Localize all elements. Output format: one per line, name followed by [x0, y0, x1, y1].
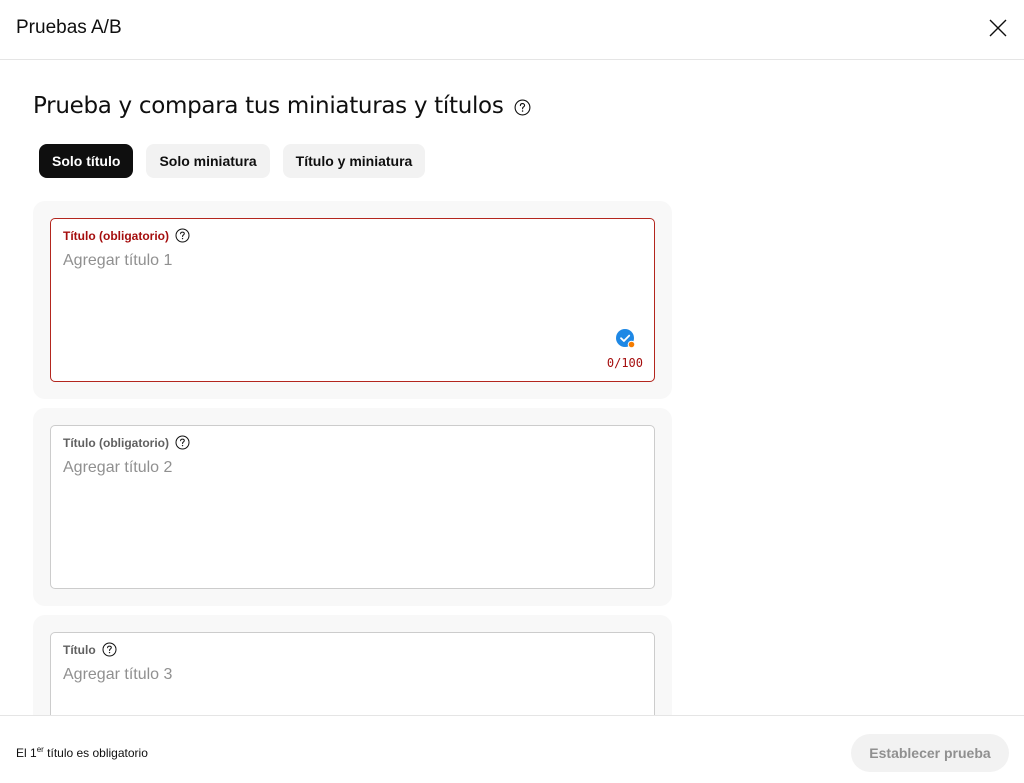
title-field-2[interactable]: Título (obligatorio): [50, 425, 655, 589]
help-icon[interactable]: [175, 435, 190, 450]
field-label-row: Título (obligatorio): [63, 228, 190, 243]
title-card-3: Título: [33, 615, 672, 715]
title-field-3[interactable]: Título: [50, 632, 655, 715]
section-title: Prueba y compara tus miniaturas y título…: [33, 93, 504, 119]
note-prefix: El 1: [16, 746, 37, 760]
help-icon[interactable]: [102, 642, 117, 657]
field-label: Título: [63, 642, 96, 657]
set-test-button[interactable]: Establecer prueba: [851, 734, 1009, 772]
title-field-1[interactable]: Título (obligatorio) 0/10: [50, 218, 655, 382]
dialog-footer: El 1er título es obligatorio Establecer …: [0, 715, 1024, 783]
tab-titulo-y-miniatura[interactable]: Título y miniatura: [282, 144, 426, 178]
help-icon[interactable]: [514, 99, 531, 116]
note-suffix: título es obligatorio: [43, 746, 148, 760]
title-input-3[interactable]: [63, 665, 623, 685]
tab-solo-miniatura[interactable]: Solo miniatura: [146, 144, 270, 178]
title-input-2[interactable]: [63, 458, 623, 478]
dialog-title: Pruebas A/B: [16, 17, 122, 38]
close-icon: [989, 19, 1007, 37]
tab-solo-titulo[interactable]: Solo título: [39, 144, 134, 178]
field-label-row: Título (obligatorio): [63, 435, 190, 450]
title-input-1[interactable]: [63, 251, 623, 271]
dialog-content: Prueba y compara tus miniaturas y título…: [0, 61, 1024, 715]
required-note: El 1er título es obligatorio: [16, 745, 148, 760]
title-card-2: Título (obligatorio): [33, 408, 672, 606]
field-label-row: Título: [63, 642, 117, 657]
note-superscript: er: [36, 745, 44, 754]
check-badge-icon: [615, 328, 637, 350]
char-counter: 0/100: [606, 356, 643, 370]
close-button[interactable]: [983, 13, 1013, 43]
section-header: Prueba y compara tus miniaturas y título…: [33, 92, 531, 120]
field-label: Título (obligatorio): [63, 435, 169, 450]
dialog-header: Pruebas A/B: [0, 0, 1024, 60]
title-card-1: Título (obligatorio) 0/10: [33, 201, 672, 399]
test-type-tabs: Solo título Solo miniatura Título y mini…: [39, 144, 426, 178]
help-icon[interactable]: [175, 228, 190, 243]
field-label: Título (obligatorio): [63, 228, 169, 243]
